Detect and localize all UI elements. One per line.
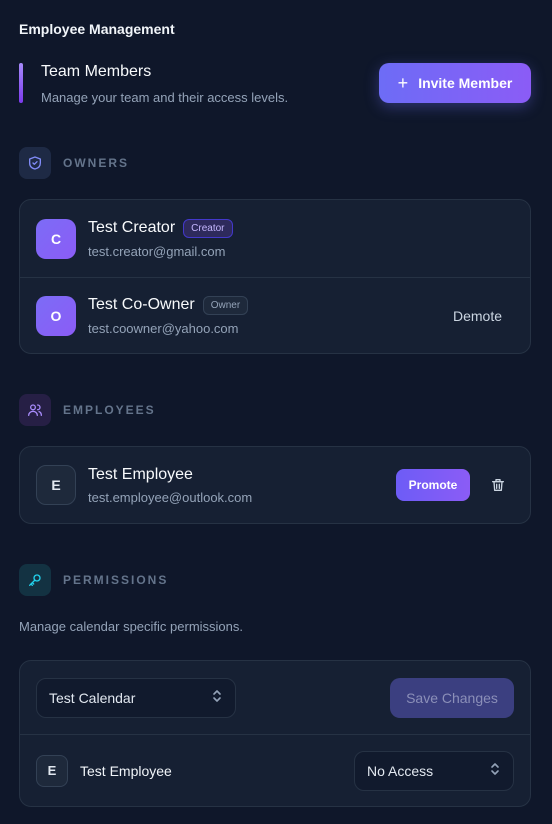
member-email: test.employee@outlook.com [88, 489, 253, 505]
trash-icon[interactable] [482, 469, 514, 501]
member-email: test.coowner@yahoo.com [88, 320, 239, 336]
shield-icon [19, 147, 51, 179]
employees-section-label: EMPLOYEES [19, 394, 156, 426]
invite-member-button[interactable]: + Invite Member [379, 63, 531, 103]
promote-button[interactable]: Promote [396, 469, 470, 501]
list-item: O Test Co-Owner Owner test.coowner@yahoo… [20, 277, 530, 353]
employees-card: E Test Employee test.employee@outlook.co… [19, 446, 531, 524]
avatar: O [36, 295, 76, 336]
list-item: C Test Creator Creator test.creator@gmai… [20, 200, 530, 277]
permissions-label: PERMISSIONS [63, 573, 169, 587]
member-email: test.creator@gmail.com [88, 243, 226, 259]
member-name: Test Creator [88, 219, 176, 236]
permissions-card: Test Calendar Save Changes E Test Employ… [19, 660, 531, 807]
app-title: Employee Management [19, 21, 175, 37]
creator-badge: Creator [183, 218, 233, 238]
access-select[interactable]: No Access [354, 750, 514, 791]
avatar: C [36, 218, 76, 259]
table-row: E Test Employee No Access [20, 734, 530, 806]
chevron-up-down-icon [211, 689, 223, 706]
member-name: Test Employee [80, 762, 172, 779]
avatar: E [36, 465, 76, 505]
owners-label: OWNERS [63, 156, 129, 170]
owners-section-label: OWNERS [19, 147, 129, 179]
invite-member-label: Invite Member [418, 75, 513, 91]
owners-card: C Test Creator Creator test.creator@gmai… [19, 199, 531, 354]
save-changes-button[interactable]: Save Changes [390, 677, 514, 718]
member-name: Test Co-Owner [88, 296, 195, 313]
users-icon [19, 394, 51, 426]
team-members-header: Team Members Manage your team and their … [19, 61, 531, 107]
employees-label: EMPLOYEES [63, 403, 156, 417]
permissions-section-label: PERMISSIONS [19, 564, 168, 596]
plus-icon: + [397, 73, 409, 93]
avatar: E [36, 754, 68, 787]
calendar-select[interactable]: Test Calendar [36, 677, 236, 718]
key-icon [19, 564, 51, 596]
permissions-toolbar: Test Calendar Save Changes [20, 661, 530, 734]
demote-button[interactable]: Demote [453, 308, 502, 324]
chevron-up-down-icon [489, 762, 501, 779]
accent-bar [19, 63, 23, 103]
calendar-select-value: Test Calendar [49, 689, 136, 706]
page-subtitle: Manage your team and their access levels… [41, 90, 289, 105]
list-item: E Test Employee test.employee@outlook.co… [20, 447, 530, 523]
page-title: Team Members [41, 63, 152, 80]
member-name: Test Employee [88, 465, 193, 483]
permissions-description: Manage calendar specific permissions. [19, 619, 243, 634]
access-select-value: No Access [367, 762, 434, 779]
owner-badge: Owner [202, 295, 249, 315]
